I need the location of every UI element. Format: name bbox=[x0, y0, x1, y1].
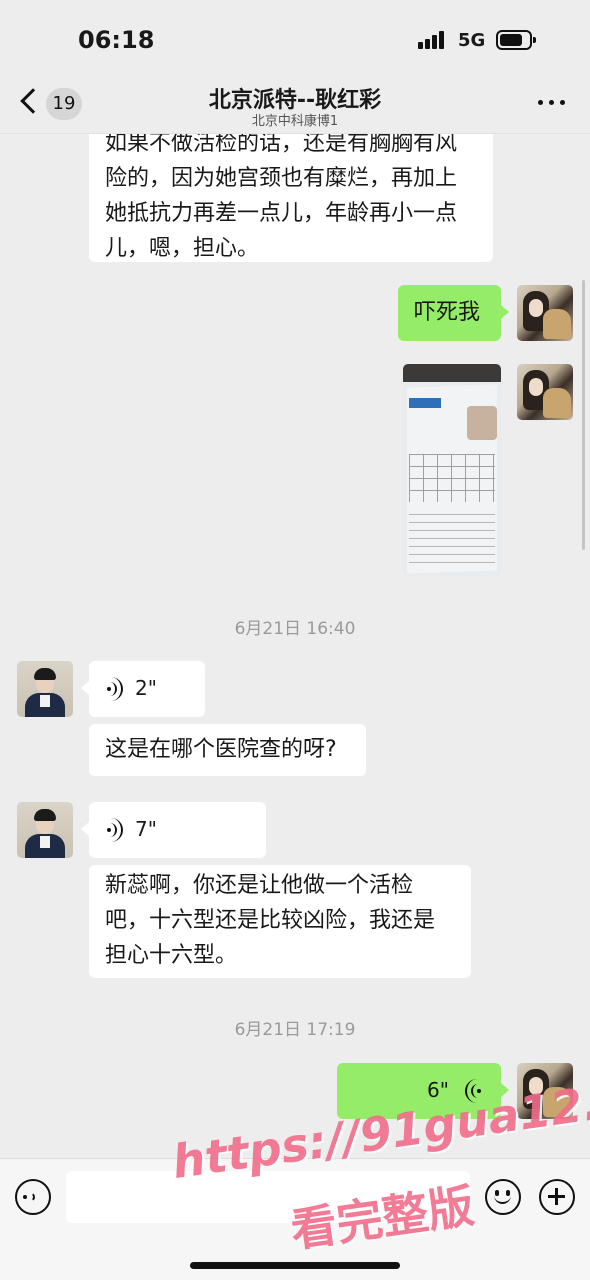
network-type: 5G bbox=[458, 30, 486, 51]
message-bubble-outgoing[interactable]: 吓死我 bbox=[398, 285, 509, 341]
message-text: 这是在哪个医院查的呀? bbox=[105, 737, 337, 762]
voice-wave-icon bbox=[107, 818, 127, 842]
message-bubble-incoming[interactable]: 新蕊啊，你还是让他做一个活检吧，十六型还是比较凶险，我还是担心十六型。 bbox=[89, 865, 471, 978]
voice-toggle-icon[interactable] bbox=[15, 1179, 51, 1215]
message-bubble-incoming[interactable]: 这是在哪个医院查的呀? bbox=[89, 724, 366, 776]
chat-header: 19 北京派特--耿红彩 北京中科康博1 bbox=[0, 70, 590, 134]
message-text: 吓死我 bbox=[414, 300, 481, 325]
more-dots-icon[interactable] bbox=[538, 100, 566, 108]
voice-wave-icon bbox=[107, 677, 127, 701]
image-message[interactable] bbox=[403, 364, 501, 577]
status-time: 06:18 bbox=[78, 26, 155, 54]
voice-duration: 2" bbox=[135, 676, 157, 700]
chat-subtitle: 北京中科康博1 bbox=[251, 114, 339, 129]
self-avatar[interactable] bbox=[517, 364, 573, 420]
battery-icon bbox=[496, 30, 536, 50]
status-bar: 06:18 5G bbox=[0, 0, 590, 70]
message-timestamp: 6月21日 16:40 bbox=[234, 619, 356, 639]
contact-avatar[interactable] bbox=[17, 661, 73, 717]
voice-duration: 7" bbox=[135, 817, 157, 841]
home-indicator[interactable] bbox=[190, 1262, 400, 1269]
plus-icon[interactable] bbox=[539, 1179, 575, 1215]
message-bubble-incoming[interactable]: 如果不做活检的话，还是有胸胸有风险的，因为她宫颈也有糜烂，再加上她抵抗力再差一点… bbox=[89, 134, 493, 262]
emoji-icon[interactable] bbox=[485, 1179, 521, 1215]
signal-icon bbox=[418, 31, 450, 49]
contact-avatar[interactable] bbox=[17, 802, 73, 858]
voice-message-incoming[interactable]: 7" bbox=[81, 802, 266, 858]
voice-message-incoming[interactable]: 2" bbox=[81, 661, 205, 717]
message-list[interactable]: 如果不做活检的话，还是有胸胸有风险的，因为她宫颈也有糜烂，再加上她抵抗力再差一点… bbox=[0, 134, 590, 1158]
message-text: 新蕊啊，你还是让他做一个活检吧，十六型还是比较凶险，我还是担心十六型。 bbox=[105, 873, 436, 968]
message-timestamp: 6月21日 17:19 bbox=[234, 1020, 356, 1040]
self-avatar[interactable] bbox=[517, 285, 573, 341]
message-text: 如果不做活检的话，还是有胸胸有风险的，因为她宫颈也有糜烂，再加上她抵抗力再差一点… bbox=[105, 134, 458, 261]
